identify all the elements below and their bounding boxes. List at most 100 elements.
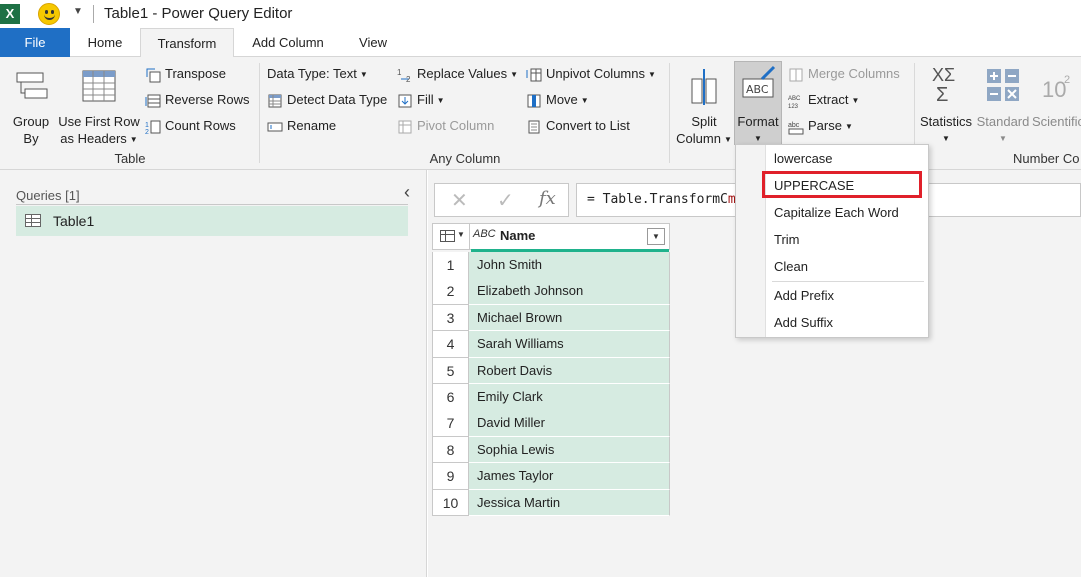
name-cell[interactable]: Emily Clark xyxy=(469,384,670,411)
row-number[interactable]: 5 xyxy=(432,357,469,385)
tab-add-column[interactable]: Add Column xyxy=(238,28,338,57)
reverse-rows-button[interactable]: Reverse Rows xyxy=(145,90,250,110)
text-type-icon[interactable]: ABC xyxy=(473,228,496,240)
statistics-label: Statistics xyxy=(919,114,972,129)
tab-view[interactable]: View xyxy=(343,28,403,57)
queries-pane: Queries [1] ‹ Table1 xyxy=(0,170,427,577)
convert-to-list-button[interactable]: Convert to List xyxy=(526,116,630,136)
table-row: 3 Michael Brown xyxy=(432,304,670,332)
parse-button[interactable]: abc Parse ▼ xyxy=(788,116,853,136)
replace-values-button[interactable]: 1 2 Replace Values ▼ xyxy=(397,64,518,84)
rename-icon xyxy=(267,122,283,132)
standard-button[interactable]: Standard ▼ xyxy=(974,65,1032,147)
row-number[interactable]: 10 xyxy=(432,489,469,517)
name-cell[interactable]: Elizabeth Johnson xyxy=(469,278,670,305)
statistics-button[interactable]: XΣ Σ Statistics ▼ xyxy=(918,65,974,147)
transpose-label: Transpose xyxy=(165,66,226,81)
merge-columns-button[interactable]: Merge Columns xyxy=(788,64,900,84)
menu-item-add-prefix[interactable]: Add Prefix xyxy=(774,284,834,308)
row-number[interactable]: 6 xyxy=(432,384,469,411)
fx-icon[interactable]: fx xyxy=(539,188,556,209)
menu-item-add-suffix[interactable]: Add Suffix xyxy=(774,311,833,335)
table-row: 1 John Smith xyxy=(432,252,670,279)
detect-data-type-label: Detect Data Type xyxy=(287,92,388,107)
tab-file[interactable]: File xyxy=(0,28,70,57)
replace-values-label: Replace Values xyxy=(417,66,508,81)
count-rows-label: Count Rows xyxy=(165,118,236,133)
merge-columns-icon xyxy=(789,68,803,82)
unpivot-columns-button[interactable]: Unpivot Columns ▼ xyxy=(526,64,656,84)
table-icon xyxy=(25,214,41,227)
name-cell[interactable]: Michael Brown xyxy=(469,304,670,332)
pivot-column-button[interactable]: Pivot Column xyxy=(397,116,494,136)
format-button[interactable]: ABC Format ▼ xyxy=(734,65,782,147)
feedback-smiley-icon[interactable] xyxy=(38,3,60,25)
row-number[interactable]: 4 xyxy=(432,331,469,358)
queries-divider xyxy=(16,204,408,205)
name-cell[interactable]: Jessica Martin xyxy=(469,489,670,517)
extract-button[interactable]: ABC 123 Extract ▼ xyxy=(788,90,859,110)
menu-item-trim[interactable]: Trim xyxy=(774,228,800,252)
group-by-button[interactable]: Group By xyxy=(8,65,54,147)
name-cell[interactable]: Sarah Williams xyxy=(469,331,670,358)
fill-button[interactable]: Fill ▼ xyxy=(397,90,445,110)
row-number[interactable]: 3 xyxy=(432,304,469,332)
menu-item-lowercase[interactable]: lowercase xyxy=(774,147,833,171)
window-title: Table1 - Power Query Editor xyxy=(104,5,293,22)
tab-transform[interactable]: Transform xyxy=(140,28,234,58)
unpivot-columns-label: Unpivot Columns xyxy=(546,66,645,81)
chevron-down-icon: ▼ xyxy=(510,69,519,79)
confirm-formula-icon[interactable]: ✓ xyxy=(497,188,514,213)
scientific-power-icon: 102 xyxy=(1042,74,1070,102)
menu-item-clean[interactable]: Clean xyxy=(774,255,808,279)
detect-data-type-button[interactable]: Detect Data Type xyxy=(267,90,387,110)
row-number[interactable]: 9 xyxy=(432,463,469,490)
row-number[interactable]: 8 xyxy=(432,436,469,464)
name-cell[interactable]: Sophia Lewis xyxy=(469,436,670,464)
data-type-dropdown[interactable]: Data Type: Text ▼ xyxy=(267,64,368,84)
collapse-pane-icon[interactable]: ‹ xyxy=(404,182,410,203)
table-row: 9 James Taylor xyxy=(432,463,670,490)
svg-text:ABC: ABC xyxy=(788,96,801,102)
uppercase-highlight-box xyxy=(762,171,922,198)
column-header-name[interactable]: Name xyxy=(500,228,535,243)
name-cell[interactable]: David Miller xyxy=(469,410,670,437)
table-row: 10 Jessica Martin xyxy=(432,489,670,517)
name-cell[interactable]: John Smith xyxy=(469,252,670,279)
column-filter-dropdown[interactable]: ▼ xyxy=(647,228,665,245)
menu-item-capitalize-each-word[interactable]: Capitalize Each Word xyxy=(774,201,899,225)
data-type-label: Data Type: Text xyxy=(267,66,357,81)
query-item-table1[interactable]: Table1 xyxy=(16,206,408,236)
row-number[interactable]: 2 xyxy=(432,278,469,305)
transpose-button[interactable]: Transpose xyxy=(145,64,226,84)
chevron-down-icon: ▼ xyxy=(648,69,656,79)
standard-operations-icon xyxy=(987,69,1019,101)
move-button[interactable]: Move ▼ xyxy=(526,90,589,110)
transpose-icon xyxy=(146,68,161,83)
parse-label: Parse xyxy=(808,118,842,133)
table-menu-button[interactable]: ▼ xyxy=(433,224,470,249)
chevron-down-icon: ▼ xyxy=(580,95,589,105)
name-cell[interactable]: James Taylor xyxy=(469,463,670,490)
queries-title: Queries [1] xyxy=(16,188,80,203)
chevron-down-icon: ▼ xyxy=(999,134,1007,143)
chevron-down-icon: ▼ xyxy=(723,135,732,145)
fill-label: Fill xyxy=(417,92,434,107)
convert-to-list-label: Convert to List xyxy=(546,118,630,133)
fill-down-icon xyxy=(398,94,412,108)
split-column-button[interactable]: Split Column ▼ xyxy=(676,65,732,148)
cancel-formula-icon[interactable]: ✕ xyxy=(451,188,468,213)
count-rows-button[interactable]: 1 2 Count Rows xyxy=(145,116,236,136)
tab-home[interactable]: Home xyxy=(70,28,140,57)
parse-icon: abc xyxy=(788,122,804,135)
extract-label: Extract xyxy=(808,92,849,107)
group-separator xyxy=(669,63,670,163)
use-first-row-headers-button[interactable]: Use First Row as Headers ▼ xyxy=(58,65,140,148)
quick-access-dropdown-icon[interactable]: ▼ xyxy=(73,6,83,17)
scientific-button[interactable]: 10 2 Scientific xyxy=(1032,65,1081,130)
group-label-any-column: Any Column xyxy=(429,151,501,166)
row-number[interactable]: 7 xyxy=(432,410,469,437)
row-number[interactable]: 1 xyxy=(432,252,469,279)
rename-button[interactable]: Rename xyxy=(267,116,336,136)
name-cell[interactable]: Robert Davis xyxy=(469,357,670,385)
